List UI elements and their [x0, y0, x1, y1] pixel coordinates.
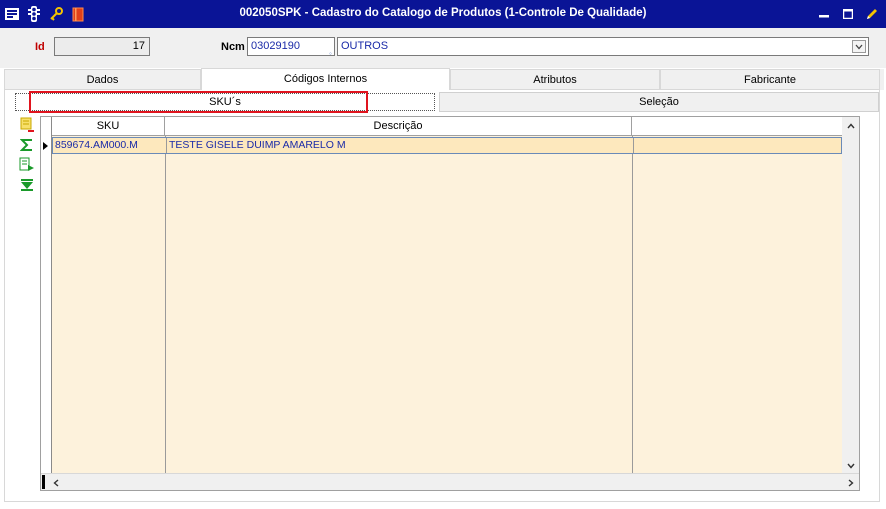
cell-empty[interactable] [633, 138, 842, 153]
ncm-description-value: OUTROS [341, 40, 389, 52]
column-header-descricao[interactable]: Descrição [165, 117, 632, 136]
sku-grid[interactable]: SKU Descrição 859674.AM000.M TESTE GISEL… [40, 116, 860, 491]
ncm-label: Ncm [221, 41, 245, 53]
maximize-icon[interactable] [840, 6, 856, 22]
column-divider [165, 136, 166, 474]
subtab-skus[interactable]: SKU´s [15, 93, 435, 111]
column-divider [632, 136, 633, 474]
window-title: 002050SPK - Cadastro do Catalogo de Prod… [239, 7, 647, 19]
vertical-scrollbar[interactable] [842, 117, 859, 474]
scroll-down-icon[interactable] [842, 457, 859, 474]
filter-down-icon[interactable] [18, 177, 36, 193]
id-field[interactable]: 17 [54, 37, 150, 56]
ncm-field[interactable]: 03029190 [247, 37, 335, 56]
cell-sku[interactable]: 859674.AM000.M [53, 138, 166, 153]
scroll-position-marker [42, 475, 45, 489]
grid-header: SKU Descrição [52, 117, 843, 136]
export-icon[interactable] [18, 157, 36, 173]
horizontal-scrollbar[interactable] [41, 473, 859, 490]
lookup-icon[interactable]: ◦ [329, 50, 336, 58]
column-header-sku[interactable]: SKU [52, 117, 165, 136]
column-header-empty [632, 117, 843, 136]
tab-atributos[interactable]: Atributos [450, 69, 660, 90]
minimize-icon[interactable] [816, 6, 832, 22]
header-fields: Id 17 Ncm 03029190 ◦ OUTROS [0, 28, 886, 68]
chevron-down-icon[interactable] [852, 40, 866, 53]
scroll-left-icon[interactable] [47, 474, 64, 491]
table-row[interactable]: 859674.AM000.M TESTE GISELE DUIMP AMAREL… [52, 137, 842, 154]
tab-fabricante[interactable]: Fabricante [660, 69, 880, 90]
current-row-pointer-icon [43, 142, 48, 150]
subtab-selecao[interactable]: Seleção [439, 92, 879, 112]
side-toolbar [18, 117, 38, 197]
scroll-up-icon[interactable] [842, 117, 859, 134]
cell-descricao[interactable]: TESTE GISELE DUIMP AMARELO M [166, 138, 633, 153]
scroll-right-icon[interactable] [842, 474, 859, 491]
ncm-description-select[interactable]: OUTROS [337, 37, 869, 56]
edit-pencil-icon[interactable] [864, 6, 880, 22]
tab-dados[interactable]: Dados [4, 69, 201, 90]
id-label: Id [35, 41, 45, 53]
main-tabs: Dados Códigos Internos Atributos Fabrica… [4, 68, 884, 90]
row-indicator-column [41, 117, 52, 490]
sum-icon[interactable] [18, 137, 36, 153]
title-bar: 002050SPK - Cadastro do Catalogo de Prod… [0, 0, 886, 28]
tab-codigos-internos[interactable]: Códigos Internos [201, 68, 450, 90]
new-record-icon[interactable] [18, 117, 36, 133]
